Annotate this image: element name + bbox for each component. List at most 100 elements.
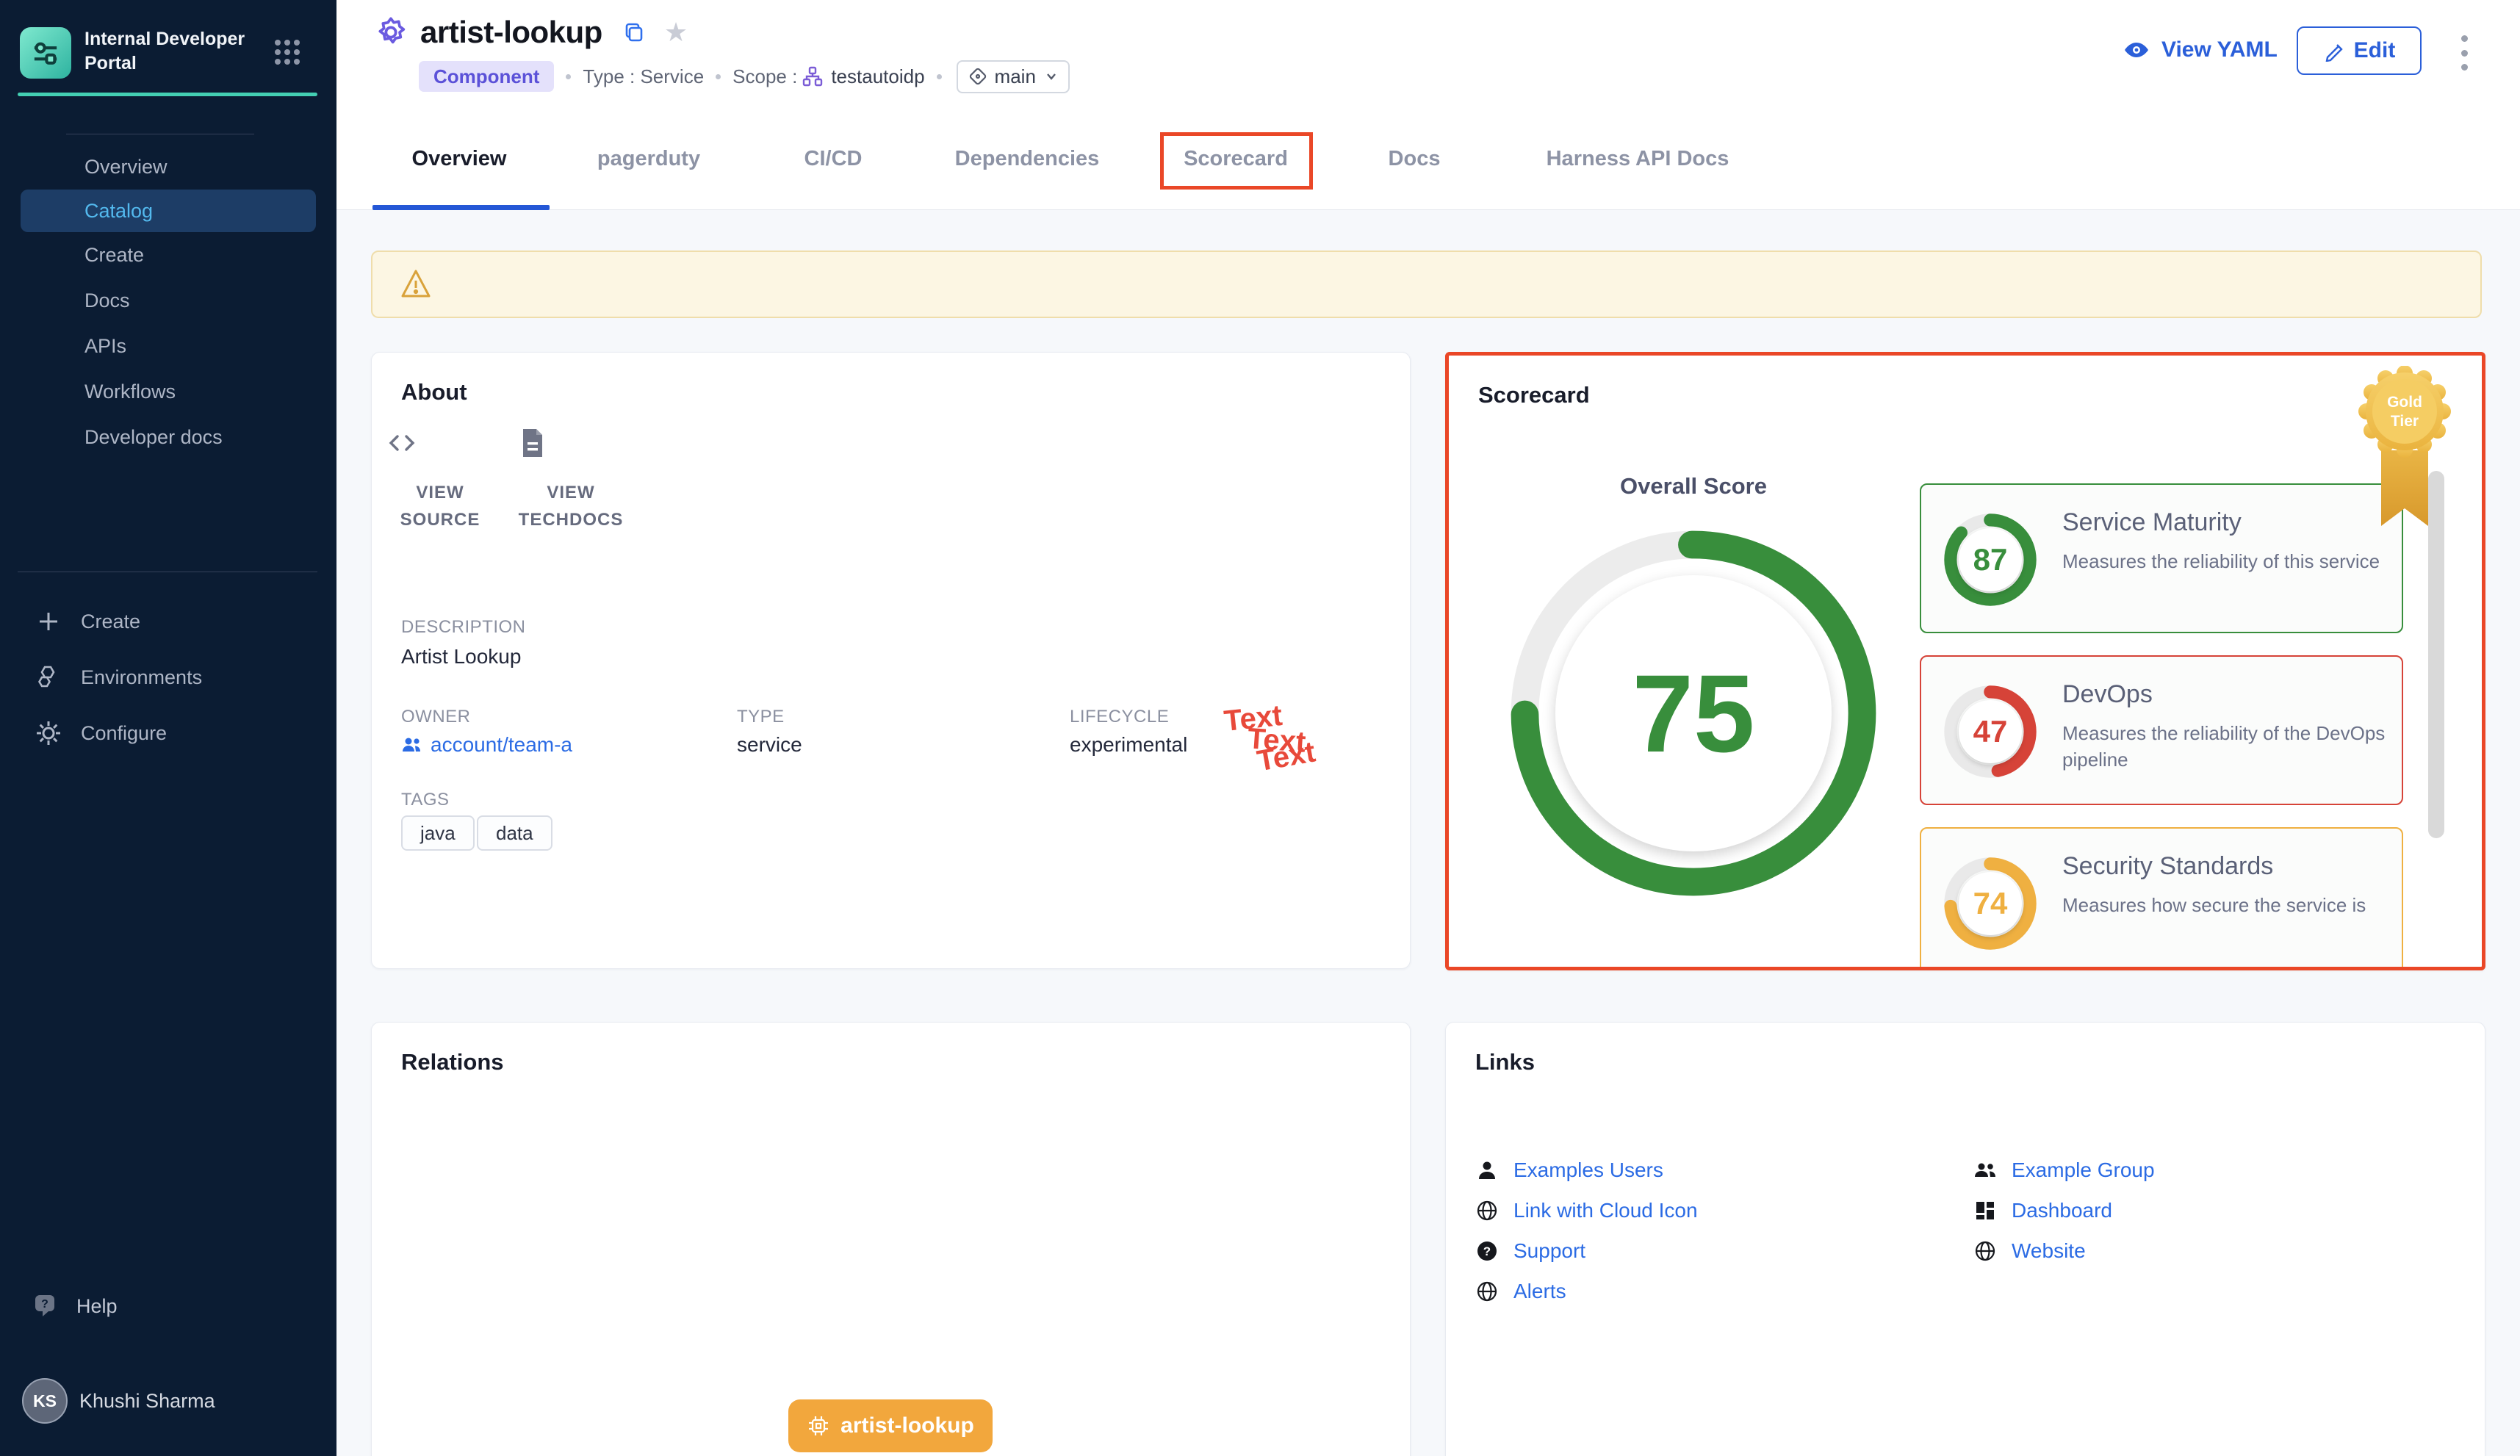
- relations-node-artist-lookup[interactable]: artist-lookup: [788, 1399, 993, 1452]
- brand-title: Internal Developer Portal: [84, 27, 268, 76]
- app-root: Internal Developer Portal Overview Catal…: [0, 0, 2520, 1456]
- scorecard-metric-devops[interactable]: 47 DevOps Measures the reliability of th…: [1920, 655, 2403, 805]
- brand[interactable]: Internal Developer Portal: [20, 27, 268, 79]
- link-alerts[interactable]: Alerts: [1475, 1280, 1566, 1303]
- sidebar-item-create-new[interactable]: Create: [0, 594, 336, 649]
- sidebar-item-docs[interactable]: Docs: [0, 278, 336, 323]
- user-name: Khushi Sharma: [79, 1390, 215, 1413]
- user-menu[interactable]: KS Khushi Sharma: [0, 1375, 336, 1427]
- link-support[interactable]: ? Support: [1475, 1239, 1585, 1263]
- metric-gauge: 87: [1942, 511, 2039, 608]
- sidebar-item-create[interactable]: Create: [0, 232, 336, 278]
- sidebar-item-workflows[interactable]: Workflows: [0, 369, 336, 414]
- entity-meta: Component Type : Service Scope : testaut…: [419, 60, 1070, 93]
- link-website[interactable]: Website: [1973, 1239, 2086, 1263]
- pencil-icon: [2323, 40, 2345, 62]
- code-icon: [385, 426, 495, 460]
- links-card: Links Examples Users Link with Cloud Ico…: [1445, 1022, 2485, 1456]
- scorecard-title: Scorecard: [1478, 382, 1590, 408]
- more-options-button[interactable]: [2449, 32, 2479, 73]
- type-label: TYPE: [737, 707, 785, 727]
- link-example-group[interactable]: Example Group: [1973, 1158, 2155, 1182]
- link-dashboard[interactable]: Dashboard: [1973, 1199, 2112, 1222]
- sidebar-item-developer-docs[interactable]: Developer docs: [0, 414, 336, 460]
- scorecard-metric-service-maturity[interactable]: 87 Service Maturity Measures the reliabi…: [1920, 483, 2403, 633]
- tab-cicd[interactable]: CI/CD: [804, 147, 863, 171]
- view-techdocs-label: VIEW TECHDOCS: [516, 479, 626, 533]
- tab-harness-api-docs[interactable]: Harness API Docs: [1547, 147, 1729, 171]
- metric-gauge: 47: [1942, 683, 2039, 780]
- sidebar-item-environments[interactable]: Environments: [0, 649, 336, 705]
- globe-icon: [1475, 1199, 1499, 1222]
- sidebar-item-catalog[interactable]: Catalog: [21, 190, 316, 232]
- document-icon: [516, 426, 626, 460]
- edit-label: Edit: [2354, 38, 2396, 63]
- scorecard-card: Scorecard Overall Score 75: [1445, 352, 2485, 970]
- avatar: KS: [22, 1378, 68, 1424]
- metric-description: Measures the reliability of the DevOps p…: [2062, 720, 2386, 773]
- sidebar-item-overview[interactable]: Overview: [0, 144, 336, 190]
- tab-dependencies[interactable]: Dependencies: [955, 147, 1100, 171]
- link-label: Support: [1513, 1239, 1585, 1263]
- lifecycle-label: LIFECYCLE: [1070, 707, 1169, 727]
- relations-card: Relations artist-lookup: [371, 1022, 1411, 1456]
- tab-pagerduty[interactable]: pagerduty: [597, 147, 700, 171]
- sidebar: Internal Developer Portal Overview Catal…: [0, 0, 336, 1456]
- environments-icon: [35, 664, 62, 691]
- overall-score-value: 75: [1555, 575, 1832, 851]
- link-with-cloud-icon[interactable]: Link with Cloud Icon: [1475, 1199, 1698, 1222]
- entity-header: artist-lookup ★ Component Type : Service…: [336, 0, 2520, 210]
- sidebar-footer: ? Help KS Khushi Sharma: [0, 1284, 336, 1456]
- page-title: artist-lookup: [420, 15, 602, 50]
- overview-content: About VIEW SOURCE VIEW TECHDOCS: [336, 211, 2520, 1456]
- tab-docs[interactable]: Docs: [1389, 147, 1441, 171]
- link-label: Link with Cloud Icon: [1513, 1199, 1698, 1222]
- copy-icon[interactable]: [623, 21, 645, 43]
- view-techdocs-button[interactable]: VIEW TECHDOCS: [516, 426, 626, 533]
- view-source-button[interactable]: VIEW SOURCE: [385, 426, 495, 533]
- type-label: Type : Service: [583, 65, 704, 88]
- globe-icon: [1475, 1280, 1499, 1303]
- annotation-box-scorecard-tab: [1160, 132, 1313, 190]
- description-label: DESCRIPTION: [401, 617, 526, 638]
- links-title: Links: [1475, 1049, 1535, 1075]
- metric-name: Security Standards: [2062, 852, 2273, 881]
- tier-badge-line2: Tier: [2391, 413, 2419, 430]
- type-value: service: [737, 733, 802, 757]
- overall-score-label: Overall Score: [1543, 473, 1844, 500]
- metric-name: Service Maturity: [2062, 508, 2242, 537]
- sidebar-item-configure[interactable]: Configure: [0, 705, 336, 761]
- tag-chip-java[interactable]: java: [401, 815, 475, 851]
- svg-text:Tier: Tier: [2391, 413, 2419, 430]
- question-icon: ?: [1475, 1239, 1499, 1263]
- branch-selector[interactable]: main: [957, 60, 1070, 93]
- edit-button[interactable]: Edit: [2297, 26, 2422, 75]
- main-area: artist-lookup ★ Component Type : Service…: [336, 0, 2520, 1456]
- help-button[interactable]: ? Help: [0, 1284, 336, 1328]
- scope-label: Scope :: [732, 65, 797, 88]
- kind-chip: Component: [419, 61, 554, 92]
- view-yaml-button[interactable]: View YAML: [2122, 35, 2278, 65]
- svg-text:Gold: Gold: [2387, 394, 2422, 411]
- tab-overview[interactable]: Overview: [412, 147, 507, 171]
- app-grid-icon[interactable]: [273, 38, 301, 66]
- harness-logo-icon: [20, 27, 71, 79]
- star-icon[interactable]: ★: [664, 19, 688, 46]
- plus-icon: [35, 608, 62, 635]
- metric-gauge: 74: [1942, 855, 2039, 952]
- view-yaml-label: View YAML: [2161, 37, 2278, 62]
- sidebar-item-apis[interactable]: APIs: [0, 323, 336, 369]
- metric-description: Measures the reliability of this service: [2062, 548, 2386, 574]
- link-label: Website: [2012, 1239, 2086, 1263]
- owner-link[interactable]: account/team-a: [401, 733, 572, 757]
- dot-separator: [937, 74, 942, 79]
- relations-title: Relations: [401, 1049, 504, 1075]
- scorecard-metric-security-standards[interactable]: 74 Security Standards Measures how secur…: [1920, 827, 2403, 970]
- owner-label: OWNER: [401, 707, 471, 727]
- tag-chip-data[interactable]: data: [477, 815, 552, 851]
- entity-gear-icon: [373, 15, 408, 50]
- link-examples-users[interactable]: Examples Users: [1475, 1158, 1663, 1182]
- about-title: About: [401, 379, 467, 406]
- link-label: Examples Users: [1513, 1158, 1663, 1182]
- tab-bar: Overview pagerduty CI/CD Dependencies Sc…: [336, 132, 2520, 210]
